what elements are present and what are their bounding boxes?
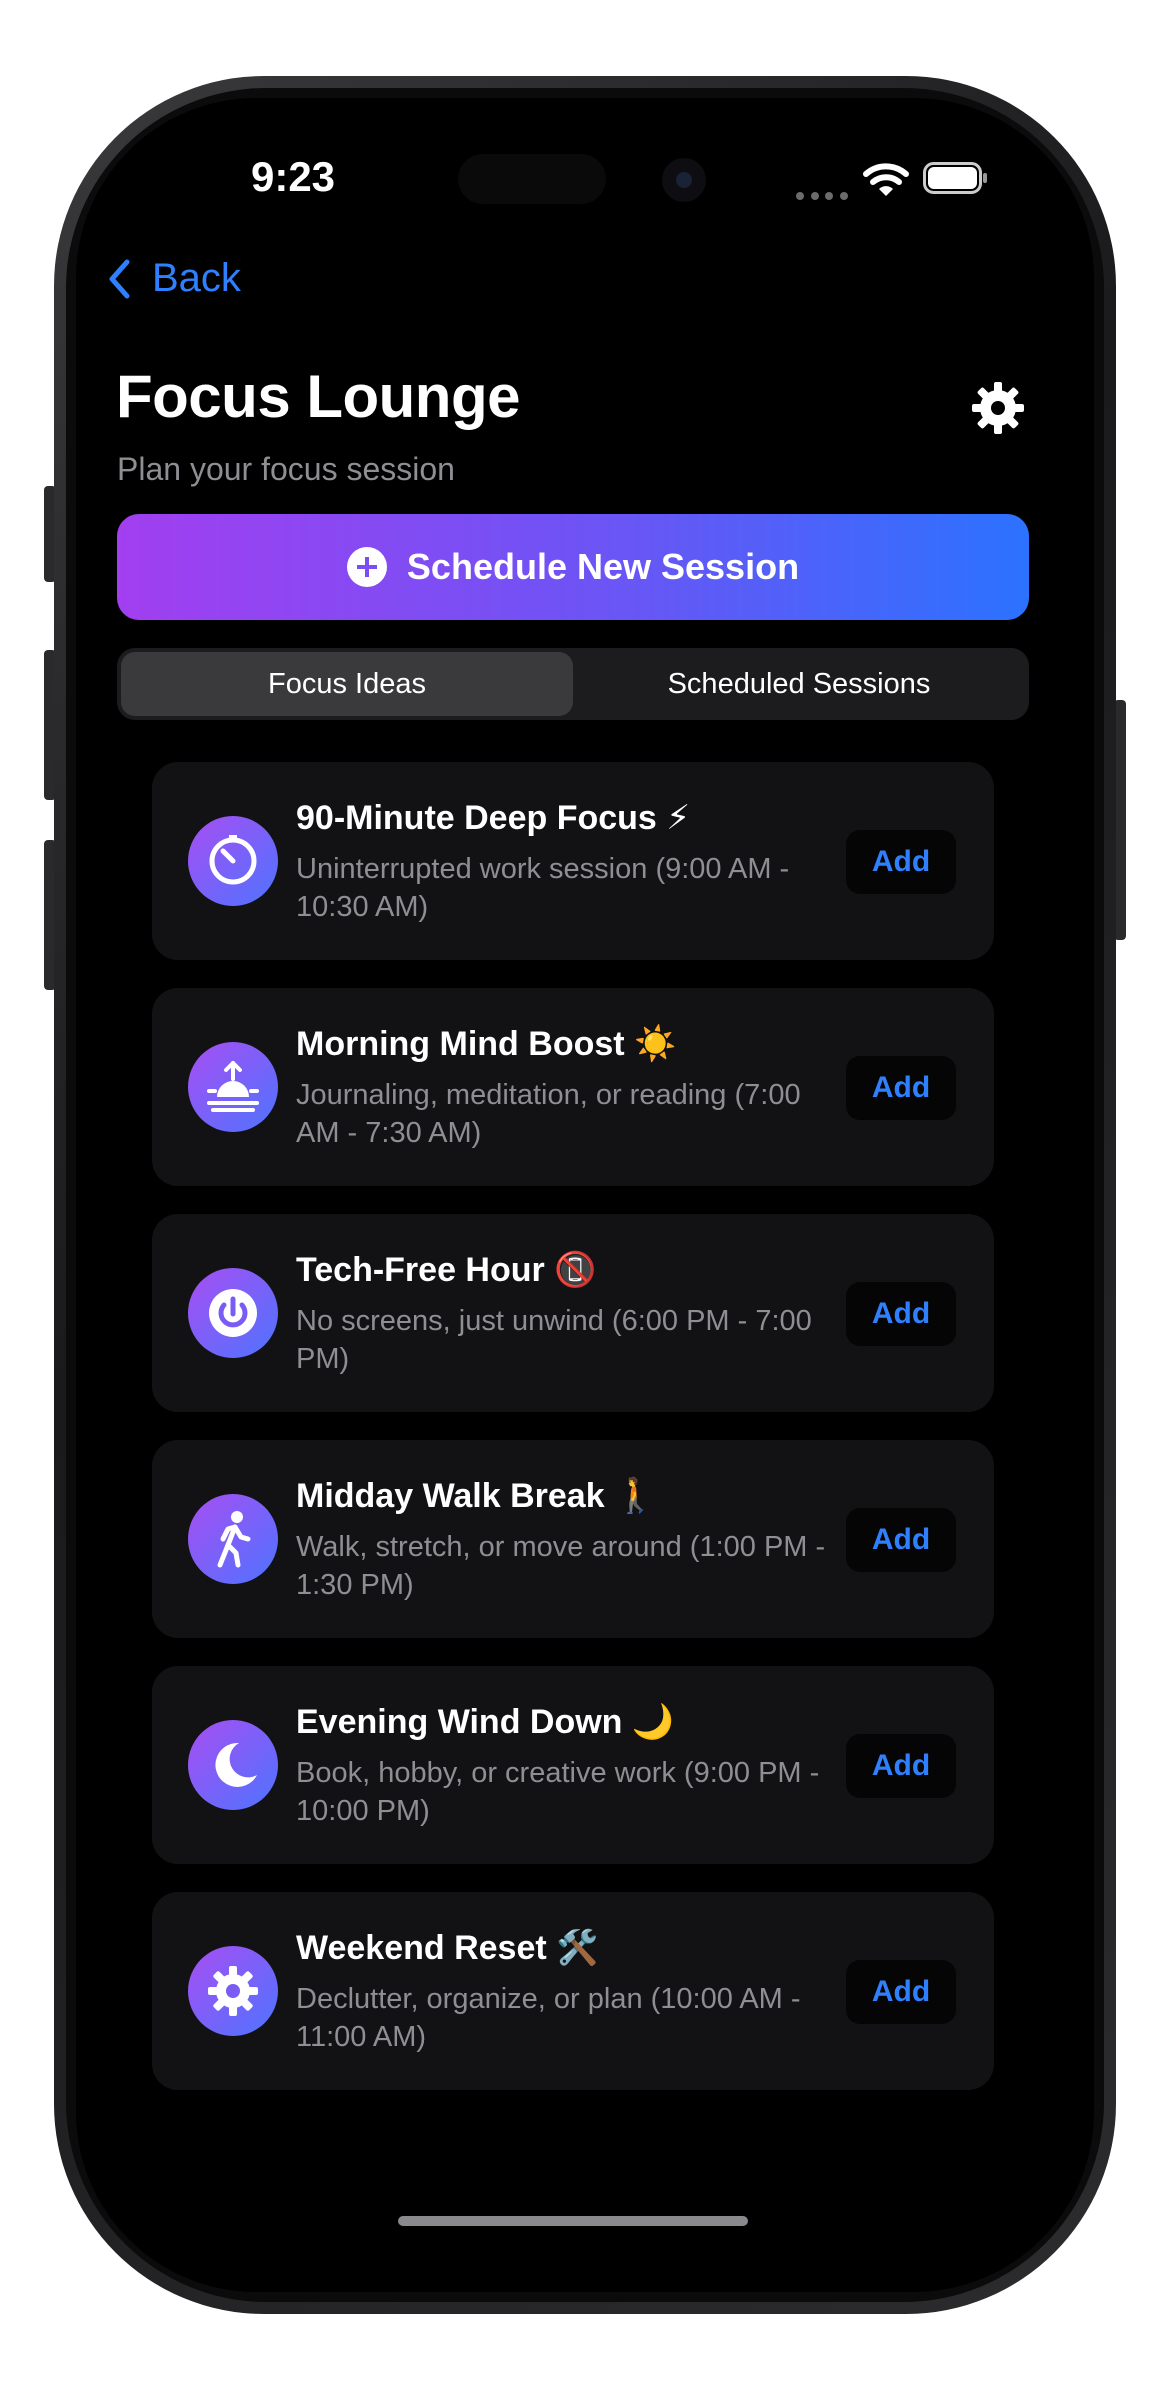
focus-ideas-list: 90-Minute Deep Focus ⚡ Uninterrupted wor… (152, 762, 994, 2118)
idea-title: Tech-Free Hour 📵 (296, 1251, 597, 1289)
schedule-new-session-button[interactable]: Schedule New Session (117, 514, 1029, 620)
add-button[interactable]: Add (846, 1056, 956, 1120)
tab-focus-ideas[interactable]: Focus Ideas (121, 652, 573, 716)
idea-title: Morning Mind Boost ☀️ (296, 1025, 677, 1063)
list-item: Midday Walk Break 🚶 Walk, stretch, or mo… (152, 1440, 994, 1638)
walking-icon (188, 1494, 278, 1584)
schedule-new-session-label: Schedule New Session (406, 546, 800, 587)
settings-gear-icon[interactable] (970, 380, 1026, 436)
battery-icon (923, 162, 987, 194)
dynamic-island (458, 154, 606, 204)
power-icon (188, 1268, 278, 1358)
list-item: Tech-Free Hour 📵 No screens, just unwind… (152, 1214, 994, 1412)
idea-title: 90-Minute Deep Focus ⚡ (296, 799, 691, 837)
chevron-left-icon (109, 259, 130, 298)
idea-description: Declutter, organize, or plan (10:00 AM -… (296, 1983, 801, 2053)
segmented-control: Focus Ideas Scheduled Sessions (117, 648, 1029, 720)
idea-description: Walk, stretch, or move around (1:00 PM -… (296, 1531, 826, 1601)
phone-screen: 9:23 Back Focus Lounge Plan your focus s… (76, 98, 1094, 2292)
idea-description: Book, hobby, or creative work (9:00 PM -… (296, 1757, 820, 1827)
home-indicator[interactable] (398, 2216, 748, 2226)
front-camera (662, 158, 706, 202)
moon-icon (188, 1720, 278, 1810)
gear-icon (188, 1946, 278, 2036)
add-button[interactable]: Add (846, 1960, 956, 2024)
plus-circle-icon (346, 547, 387, 587)
timer-icon (188, 816, 278, 906)
signal-dots-icon (796, 192, 848, 200)
add-button[interactable]: Add (846, 1508, 956, 1572)
idea-description: No screens, just unwind (6:00 PM - 7:00 … (296, 1305, 812, 1375)
list-item: 90-Minute Deep Focus ⚡ Uninterrupted wor… (152, 762, 994, 960)
idea-title: Evening Wind Down 🌙 (296, 1703, 675, 1741)
page-title: Focus Lounge (116, 363, 520, 430)
list-item: Weekend Reset 🛠️ Declutter, organize, or… (152, 1892, 994, 2090)
wifi-icon (863, 163, 909, 196)
idea-description: Uninterrupted work session (9:00 AM - 10… (296, 853, 790, 923)
idea-title: Midday Walk Break 🚶 (296, 1477, 657, 1515)
page-subtitle: Plan your focus session (117, 451, 455, 487)
sunrise-icon (188, 1042, 278, 1132)
idea-description: Journaling, meditation, or reading (7:00… (296, 1079, 801, 1149)
back-button[interactable]: Back (108, 256, 241, 301)
add-button[interactable]: Add (846, 830, 956, 894)
idea-title: Weekend Reset 🛠️ (296, 1929, 599, 1967)
list-item: Evening Wind Down 🌙 Book, hobby, or crea… (152, 1666, 994, 1864)
back-label: Back (152, 256, 241, 300)
add-button[interactable]: Add (846, 1734, 956, 1798)
add-button[interactable]: Add (846, 1282, 956, 1346)
tab-scheduled-sessions[interactable]: Scheduled Sessions (573, 652, 1025, 716)
status-time: 9:23 (250, 153, 336, 200)
list-item: Morning Mind Boost ☀️ Journaling, medita… (152, 988, 994, 1186)
